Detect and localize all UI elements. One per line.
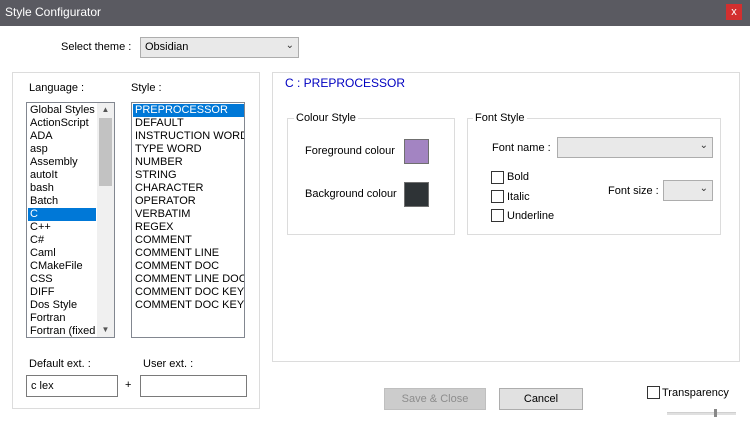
style-list-item[interactable]: COMMENT LINE (133, 247, 244, 260)
style-list-item[interactable]: NUMBER (133, 156, 244, 169)
default-ext-label: Default ext. : (29, 358, 91, 370)
language-list-item[interactable]: asp (28, 143, 96, 156)
transparency-slider-thumb[interactable] (714, 409, 717, 417)
user-ext-field[interactable] (140, 375, 247, 397)
language-list-item[interactable]: Batch (28, 195, 96, 208)
language-list[interactable]: Global Styles ActionScript ADA asp Assembly a… (26, 102, 115, 338)
underline-label: Underline (507, 210, 555, 222)
user-ext-label: User ext. : (143, 358, 194, 370)
language-list-item[interactable]: C++ (28, 221, 96, 234)
bold-label: Bold (507, 171, 530, 183)
language-list-item[interactable]: Caml (28, 247, 96, 260)
cancel-button[interactable]: Cancel (499, 388, 583, 410)
transparency-slider[interactable] (667, 412, 736, 415)
style-list-item[interactable]: OPERATOR (133, 195, 244, 208)
underline-checkbox[interactable] (491, 209, 504, 222)
style-list-item[interactable]: PREPROCESSOR (133, 104, 244, 117)
colour-style-group (287, 118, 455, 235)
plus-sign: + (125, 379, 132, 391)
language-list-item[interactable]: autoIt (28, 169, 96, 182)
style-list-item[interactable]: TYPE WORD (133, 143, 244, 156)
colour-style-title: Colour Style (294, 112, 358, 124)
font-style-group (467, 118, 721, 235)
foreground-colour-label: Foreground colour (305, 145, 395, 157)
italic-checkbox[interactable] (491, 190, 504, 203)
title-bar: Style Configurator x (0, 0, 750, 26)
theme-select[interactable]: Obsidian ⌄ (140, 37, 299, 58)
transparency-checkbox[interactable] (647, 386, 660, 399)
language-list-item[interactable]: Assembly (28, 156, 96, 169)
style-list-item[interactable]: REGEX (133, 221, 244, 234)
language-list-item[interactable]: ADA (28, 130, 96, 143)
chevron-down-icon: ⌄ (285, 40, 294, 51)
language-label: Language : (29, 82, 85, 94)
language-list-item[interactable]: C# (28, 234, 96, 247)
font-style-title: Font Style (473, 112, 527, 124)
language-list-item[interactable]: ActionScript (28, 117, 96, 130)
font-size-select[interactable]: ⌄ (663, 180, 713, 201)
window-title: Style Configurator (5, 5, 102, 19)
close-button[interactable]: x (726, 4, 742, 20)
style-list-item[interactable]: INSTRUCTION WORD (133, 130, 244, 143)
transparency-label: Transparency (662, 387, 729, 399)
selected-style-header: C : PREPROCESSOR (285, 76, 406, 90)
style-list-item[interactable]: COMMENT DOC KEYWO (133, 286, 244, 299)
language-list-item[interactable]: CMakeFile (28, 260, 96, 273)
default-ext-input[interactable] (27, 376, 117, 396)
style-list-item[interactable]: CHARACTER (133, 182, 244, 195)
language-list-item[interactable]: CSS (28, 273, 96, 286)
user-ext-input[interactable] (141, 376, 246, 396)
bold-checkbox[interactable] (491, 171, 504, 184)
language-list-item[interactable]: Fortran (28, 312, 96, 325)
style-list-item[interactable]: COMMENT DOC (133, 260, 244, 273)
style-list[interactable]: PREPROCESSOR DEFAULT INSTRUCTION WORD TYPE … (131, 102, 245, 338)
language-list-item[interactable]: bash (28, 182, 96, 195)
close-icon: x (731, 6, 737, 18)
style-list-item[interactable]: COMMENT DOC KEYWO (133, 299, 244, 312)
scroll-thumb[interactable] (99, 118, 112, 186)
language-scrollbar[interactable]: ▲ ▼ (97, 103, 114, 337)
italic-label: Italic (507, 191, 530, 203)
language-list-item[interactable]: Fortran (fixed (28, 325, 96, 337)
chevron-down-icon: ⌄ (699, 183, 708, 194)
style-list-item[interactable]: STRING (133, 169, 244, 182)
chevron-down-icon: ⌄ (699, 140, 708, 151)
theme-label: Select theme : (61, 41, 132, 53)
foreground-colour-swatch[interactable] (404, 139, 429, 164)
style-label: Style : (131, 82, 162, 94)
font-size-label: Font size : (608, 185, 659, 197)
font-name-label: Font name : (492, 142, 551, 154)
language-list-item[interactable]: DIFF (28, 286, 96, 299)
default-ext-field[interactable] (26, 375, 118, 397)
background-colour-label: Background colour (305, 188, 397, 200)
scroll-down-icon[interactable]: ▼ (97, 323, 114, 337)
style-list-item[interactable]: VERBATIM (133, 208, 244, 221)
scroll-up-icon[interactable]: ▲ (97, 103, 114, 117)
theme-value: Obsidian (145, 41, 189, 53)
language-list-item[interactable]: C (28, 208, 96, 221)
style-list-item[interactable]: DEFAULT (133, 117, 244, 130)
font-name-select[interactable]: ⌄ (557, 137, 713, 158)
style-list-item[interactable]: COMMENT (133, 234, 244, 247)
style-list-item[interactable]: COMMENT LINE DOC (133, 273, 244, 286)
language-list-item[interactable]: Dos Style (28, 299, 96, 312)
language-list-item[interactable]: Global Styles (28, 104, 96, 117)
save-close-button[interactable]: Save & Close (384, 388, 486, 410)
background-colour-swatch[interactable] (404, 182, 429, 207)
